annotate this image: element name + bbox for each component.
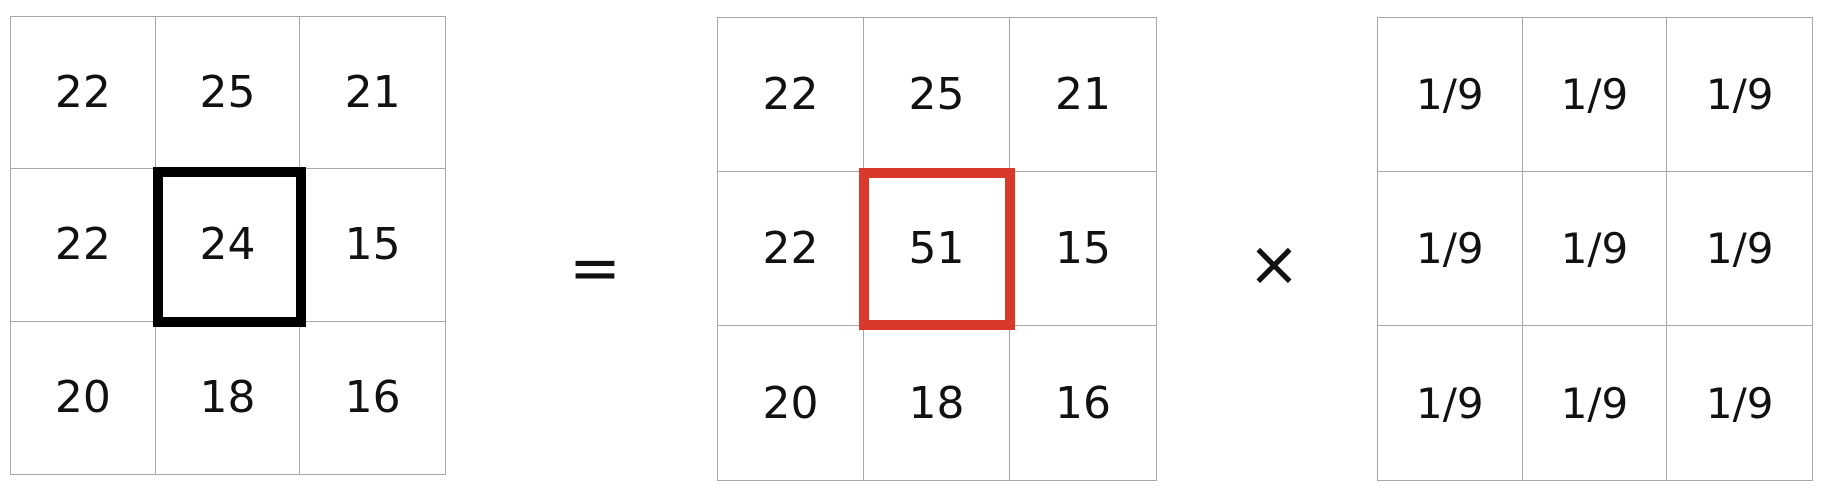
- result-cell: 20: [11, 321, 156, 474]
- input-cell: 18: [864, 326, 1010, 480]
- input-cell: 22: [718, 18, 864, 172]
- input-cell: 22: [718, 172, 864, 326]
- result-cell: 21: [300, 17, 445, 170]
- kernel-matrix: 1/9 1/9 1/9 1/9 1/9 1/9 1/9 1/9 1/9: [1377, 17, 1813, 481]
- result-cell: 22: [11, 169, 156, 322]
- result-cell: 25: [155, 17, 301, 170]
- kernel-cell: 1/9: [1378, 18, 1523, 172]
- kernel-cell: 1/9: [1378, 172, 1523, 326]
- kernel-cell: 1/9: [1522, 172, 1668, 326]
- kernel-cell: 1/9: [1667, 18, 1812, 172]
- input-cell: 15: [1010, 172, 1156, 326]
- result-center-highlight: [153, 167, 306, 327]
- kernel-cell: 1/9: [1523, 326, 1668, 480]
- result-cell: 22: [11, 17, 156, 170]
- input-cell: 25: [864, 18, 1010, 172]
- kernel-cell: 1/9: [1522, 18, 1668, 172]
- input-center-highlight: [859, 168, 1015, 330]
- result-cell: 18: [156, 321, 301, 474]
- input-cell: 16: [1055, 377, 1111, 429]
- result-cell: 16: [344, 372, 401, 424]
- multiply-sign: ×: [1248, 227, 1300, 300]
- input-cell: 20: [718, 326, 864, 480]
- kernel-cell: 1/9: [1378, 326, 1523, 480]
- kernel-cell: 1/9: [1667, 172, 1812, 326]
- kernel-cell: 1/9: [1705, 378, 1774, 428]
- result-cell: 15: [300, 169, 445, 322]
- equals-sign: =: [569, 231, 621, 304]
- input-cell: 21: [1010, 18, 1156, 172]
